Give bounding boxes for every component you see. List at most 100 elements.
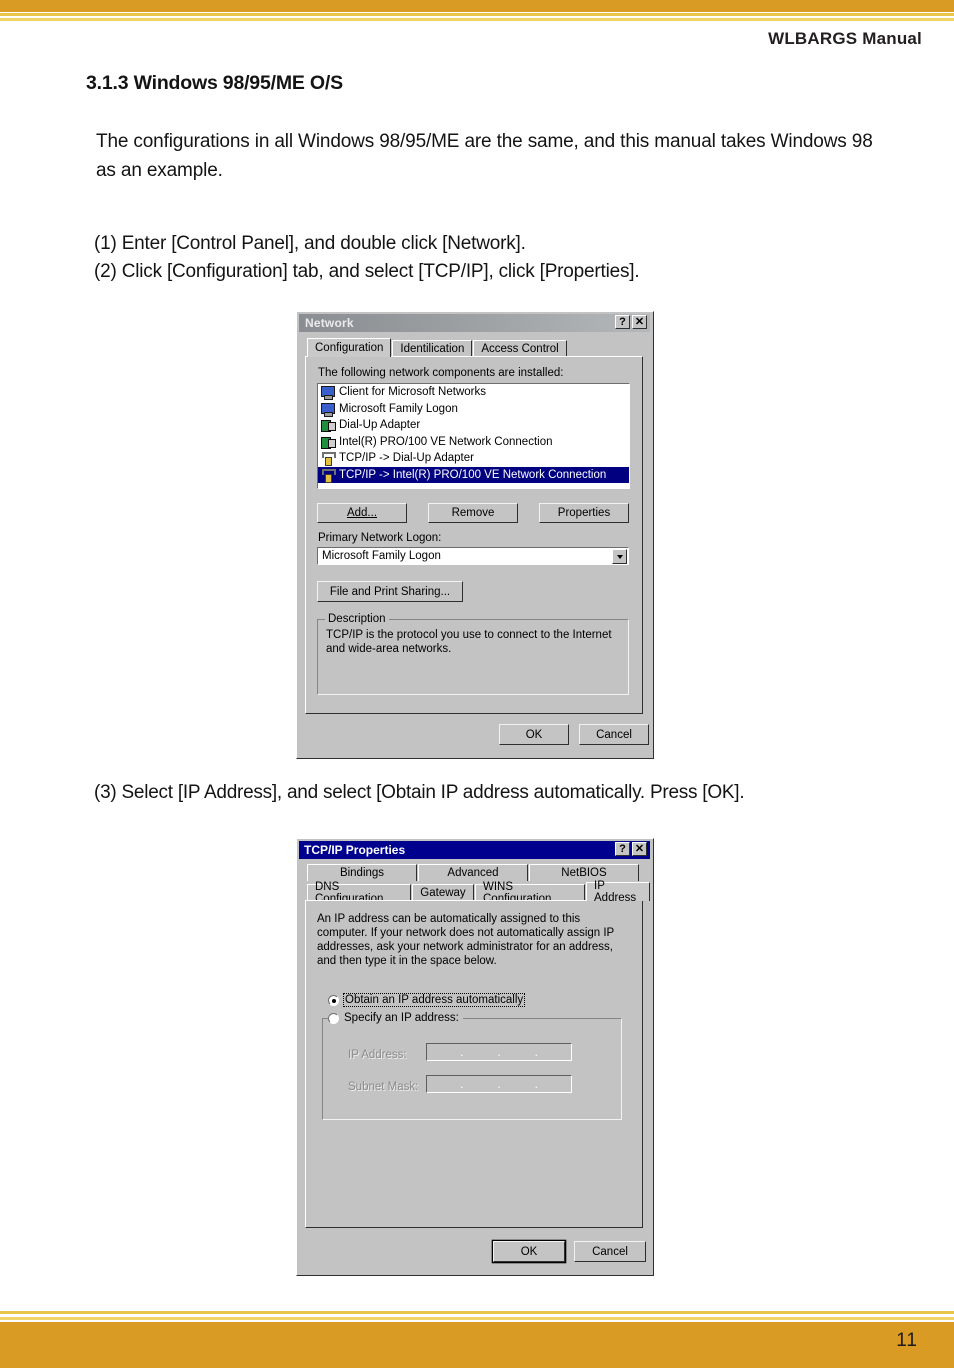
tab-netbios[interactable]: NetBIOS <box>529 864 639 881</box>
remove-button[interactable]: Remove <box>428 503 518 523</box>
add-button[interactable]: Add... <box>317 503 407 523</box>
close-icon[interactable]: ✕ <box>632 315 647 329</box>
network-dialog-title: Network <box>305 316 354 330</box>
monitor-icon <box>321 386 335 401</box>
tcpip-cancel-label: Cancel <box>592 1245 628 1258</box>
step-3: (3) Select [IP Address], and select [Obt… <box>94 779 884 807</box>
ip-address-label: IP Address: <box>348 1049 407 1061</box>
intro-paragraph: The configurations in all Windows 98/95/… <box>96 131 873 181</box>
radio-specify-ip[interactable]: Specify an IP address: <box>328 1012 463 1024</box>
tcpip-dialog-titlebar-buttons: ? ✕ <box>615 842 647 856</box>
tab-configuration[interactable]: Configuration <box>307 338 392 357</box>
file-and-print-sharing-button[interactable]: File and Print Sharing... <box>317 581 463 602</box>
page-bottom-accent-band <box>0 1322 954 1368</box>
tcpip-ok-label: OK <box>520 1245 538 1258</box>
list-item-label: TCP/IP -> Dial-Up Adapter <box>339 452 474 465</box>
network-dialog-titlebar-buttons: ? ✕ <box>615 315 647 329</box>
page-top-rule-1 <box>0 13 954 16</box>
ip-octet-1[interactable] <box>427 1044 459 1060</box>
tab-ip-address[interactable]: IP Address <box>586 880 650 904</box>
radio-obtain-ip-label: Obtain an IP address automatically <box>342 993 526 1007</box>
page-top-rule-2 <box>0 18 954 21</box>
radio-obtain-ip-automatically[interactable]: Obtain an IP address automatically <box>328 993 526 1007</box>
radio-specify-ip-label: Specify an IP address: <box>344 1012 459 1024</box>
radio-dot-icon <box>328 1012 339 1024</box>
ip-octet-3[interactable] <box>502 1044 534 1060</box>
ip-address-panel: An IP address can be automatically assig… <box>305 900 643 1228</box>
network-dialog: Network ? ✕ Configuration Identilication… <box>296 311 654 759</box>
specify-ip-group <box>322 1018 622 1120</box>
ip-address-info-text: An IP address can be automatically assig… <box>317 913 615 967</box>
list-item-label: Client for Microsoft Networks <box>339 386 486 399</box>
list-item-label: Intel(R) PRO/100 VE Network Connection <box>339 435 553 448</box>
tab-bindings[interactable]: Bindings <box>307 864 417 881</box>
subnet-mask-input[interactable]: . . . <box>426 1075 572 1093</box>
tcpip-tabstrip-row2: DNS Configuration Gateway WINS Configura… <box>307 880 651 905</box>
list-item[interactable]: Dial-Up Adapter <box>318 417 629 434</box>
mask-octet-4[interactable] <box>539 1076 571 1092</box>
mask-octet-2[interactable] <box>464 1076 496 1092</box>
list-item[interactable]: Client for Microsoft Networks <box>318 384 629 401</box>
list-item[interactable]: Microsoft Family Logon <box>318 401 629 418</box>
help-icon[interactable]: ? <box>615 315 630 329</box>
step-1: (1) Enter [Control Panel], and double cl… <box>94 233 526 254</box>
network-ok-button[interactable]: OK <box>499 724 569 745</box>
description-group-title: Description <box>325 613 389 625</box>
step-3-text: (3) Select [IP Address], and select [Obt… <box>94 782 745 803</box>
network-components-list[interactable]: Client for Microsoft Networks Microsoft … <box>317 383 630 489</box>
help-icon[interactable]: ? <box>615 842 630 856</box>
list-item-label: Microsoft Family Logon <box>339 402 458 415</box>
network-cancel-label: Cancel <box>596 728 632 741</box>
section-heading: 3.1.3 Windows 98/95/ME O/S <box>86 72 343 94</box>
running-head: WLBARGS Manual <box>768 29 922 48</box>
tcpip-properties-dialog: TCP/IP Properties ? ✕ Bindings Advanced … <box>296 838 654 1276</box>
primary-logon-value: Microsoft Family Logon <box>322 550 441 562</box>
list-item[interactable]: Intel(R) PRO/100 VE Network Connection <box>318 434 629 451</box>
ip-address-input[interactable]: . . . <box>426 1043 572 1061</box>
mask-octet-1[interactable] <box>427 1076 459 1092</box>
subnet-mask-label: Subnet Mask: <box>348 1081 419 1093</box>
tab-advanced[interactable]: Advanced <box>418 864 528 881</box>
chevron-down-icon[interactable] <box>612 549 627 564</box>
network-tabstrip: Configuration Identilication Access Cont… <box>307 338 568 357</box>
network-cancel-button[interactable]: Cancel <box>579 724 649 745</box>
list-item[interactable]: TCP/IP -> Dial-Up Adapter <box>318 450 629 467</box>
tcpip-cancel-button[interactable]: Cancel <box>574 1241 646 1262</box>
steps-list: (1) Enter [Control Panel], and double cl… <box>94 230 904 286</box>
list-item-label: TCP/IP -> Intel(R) PRO/100 VE Network Co… <box>339 468 607 481</box>
close-icon[interactable]: ✕ <box>632 842 647 856</box>
list-item-selected[interactable]: TCP/IP -> Intel(R) PRO/100 VE Network Co… <box>318 466 629 483</box>
step-2: (2) Click [Configuration] tab, and selec… <box>94 261 640 282</box>
tab-wins-configuration[interactable]: WINS Configuration <box>475 881 585 905</box>
page-top-accent-band <box>0 0 954 12</box>
add-button-label: Add... <box>346 507 378 519</box>
mask-octet-3[interactable] <box>502 1076 534 1092</box>
tcpip-ok-button[interactable]: OK <box>493 1241 565 1262</box>
description-group: Description TCP/IP is the protocol you u… <box>317 613 629 695</box>
tab-gateway[interactable]: Gateway <box>412 884 474 901</box>
network-ok-label: OK <box>525 728 543 741</box>
page-bottom-rule-2 <box>0 1317 954 1320</box>
tcpip-tabstrip-row1: Bindings Advanced NetBIOS <box>307 864 640 881</box>
tab-identification[interactable]: Identilication <box>392 340 473 357</box>
page-number: 11 <box>896 1330 918 1351</box>
tab-access-control[interactable]: Access Control <box>473 340 567 357</box>
protocol-icon <box>321 452 336 467</box>
description-text: TCP/IP is the protocol you use to connec… <box>326 629 612 655</box>
list-item-label: Dial-Up Adapter <box>339 419 421 432</box>
ip-octet-2[interactable] <box>464 1044 496 1060</box>
network-dialog-titlebar[interactable]: Network ? ✕ <box>299 314 650 332</box>
tab-dns-configuration[interactable]: DNS Configuration <box>307 881 411 905</box>
properties-button[interactable]: Properties <box>539 503 629 523</box>
tcpip-dialog-titlebar[interactable]: TCP/IP Properties ? ✕ <box>299 841 650 859</box>
ip-octet-4[interactable] <box>539 1044 571 1060</box>
remove-button-label: Remove <box>451 507 495 519</box>
network-configuration-panel: The following network components are ins… <box>305 356 643 714</box>
tcpip-dialog-title: TCP/IP Properties <box>304 843 406 857</box>
network-card-icon <box>321 436 336 449</box>
radio-dot-icon <box>328 994 339 1006</box>
primary-logon-label: Primary Network Logon: <box>318 532 442 544</box>
file-and-print-sharing-label: File and Print Sharing... <box>329 585 451 598</box>
primary-logon-select[interactable]: Microsoft Family Logon <box>317 547 629 565</box>
page-bottom-rule-1 <box>0 1311 954 1314</box>
